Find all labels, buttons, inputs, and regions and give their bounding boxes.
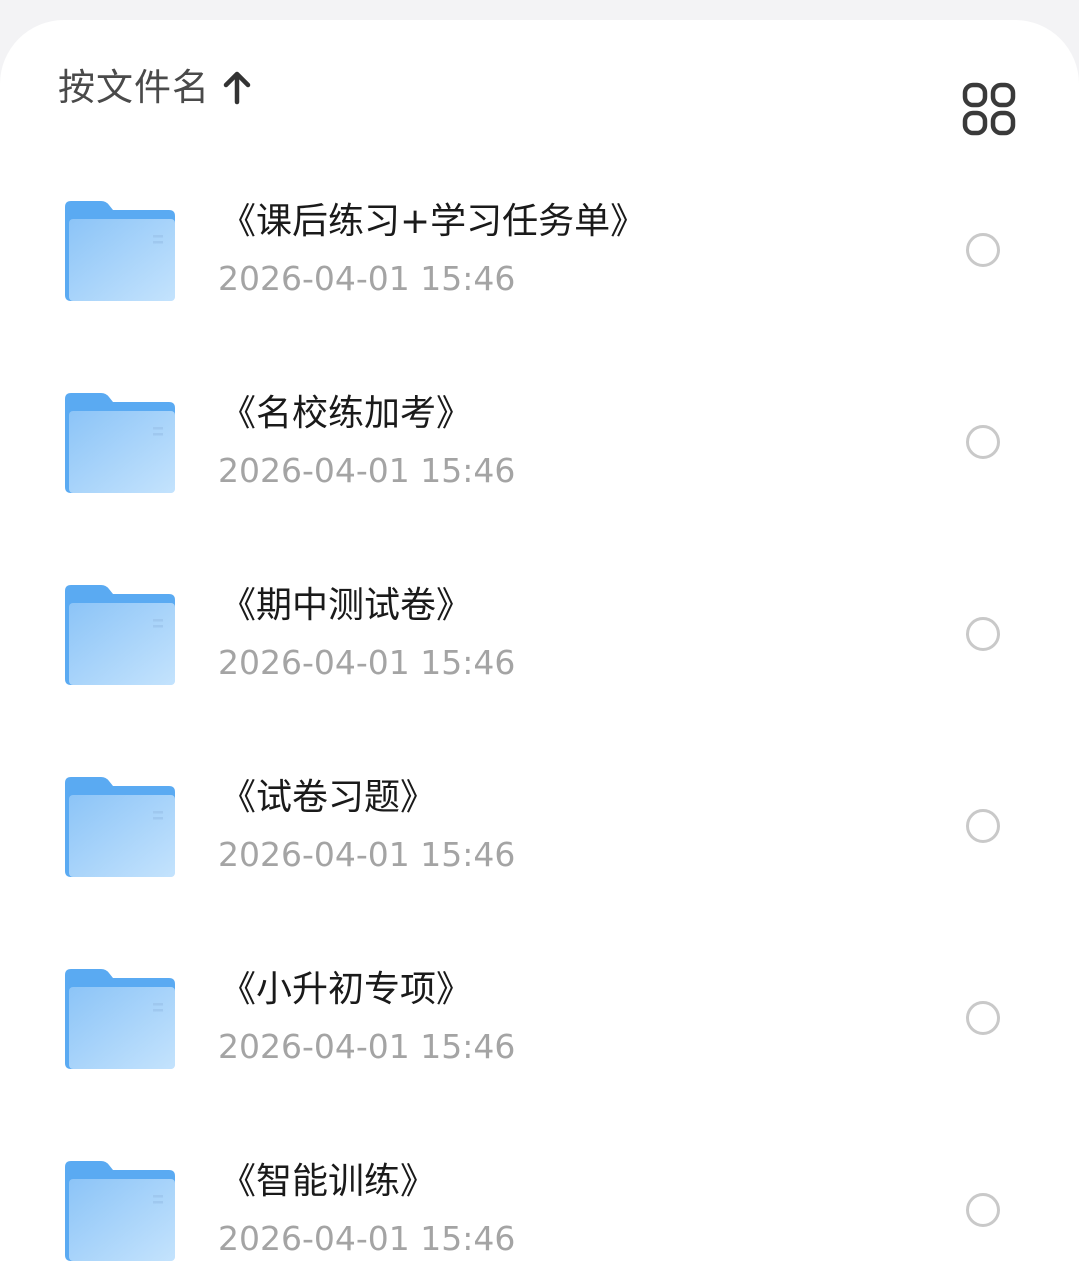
select-radio[interactable] <box>966 233 1000 267</box>
folder-icon <box>65 969 175 1069</box>
file-row[interactable]: 《期中测试卷》 2026-04-01 15:46 <box>0 539 1079 731</box>
sort-label: 按文件名 <box>58 66 210 109</box>
file-name: 《智能训练》 <box>220 1161 437 1202</box>
file-row[interactable]: 《课后练习+学习任务单》 2026-04-01 15:46 <box>0 155 1079 347</box>
folder-icon <box>65 393 175 493</box>
file-name: 《名校练加考》 <box>220 393 473 434</box>
file-name: 《期中测试卷》 <box>220 585 473 626</box>
select-radio[interactable] <box>966 1001 1000 1035</box>
grid-view-icon[interactable] <box>962 82 1016 136</box>
folder-icon <box>65 1161 175 1261</box>
file-row[interactable]: 《小升初专项》 2026-04-01 15:46 <box>0 923 1079 1115</box>
file-date: 2026-04-01 15:46 <box>218 1027 516 1066</box>
sort-by-name-button[interactable]: 按文件名 <box>58 62 252 114</box>
list-header: 按文件名 <box>0 20 1079 155</box>
file-row[interactable]: 《名校练加考》 2026-04-01 15:46 <box>0 347 1079 539</box>
file-name: 《课后练习+学习任务单》 <box>220 201 647 242</box>
file-date: 2026-04-01 15:46 <box>218 835 516 874</box>
file-row[interactable]: 《智能训练》 2026-04-01 15:46 <box>0 1115 1079 1276</box>
file-date: 2026-04-01 15:46 <box>218 259 516 298</box>
file-list: 《课后练习+学习任务单》 2026-04-01 15:46 《名校练加考》 20… <box>0 155 1079 1276</box>
folder-icon <box>65 201 175 301</box>
select-radio[interactable] <box>966 809 1000 843</box>
select-radio[interactable] <box>966 617 1000 651</box>
file-name: 《试卷习题》 <box>220 777 437 818</box>
file-list-sheet: 按文件名 《课后练习+学习任务单》 2026-04-01 15:46 《名校练加… <box>0 20 1079 1276</box>
file-row[interactable]: 《试卷习题》 2026-04-01 15:46 <box>0 731 1079 923</box>
select-radio[interactable] <box>966 425 1000 459</box>
folder-icon <box>65 777 175 877</box>
file-date: 2026-04-01 15:46 <box>218 451 516 490</box>
arrow-up-icon <box>223 71 251 105</box>
file-date: 2026-04-01 15:46 <box>218 1219 516 1258</box>
file-name: 《小升初专项》 <box>220 969 473 1010</box>
select-radio[interactable] <box>966 1193 1000 1227</box>
folder-icon <box>65 585 175 685</box>
file-date: 2026-04-01 15:46 <box>218 643 516 682</box>
